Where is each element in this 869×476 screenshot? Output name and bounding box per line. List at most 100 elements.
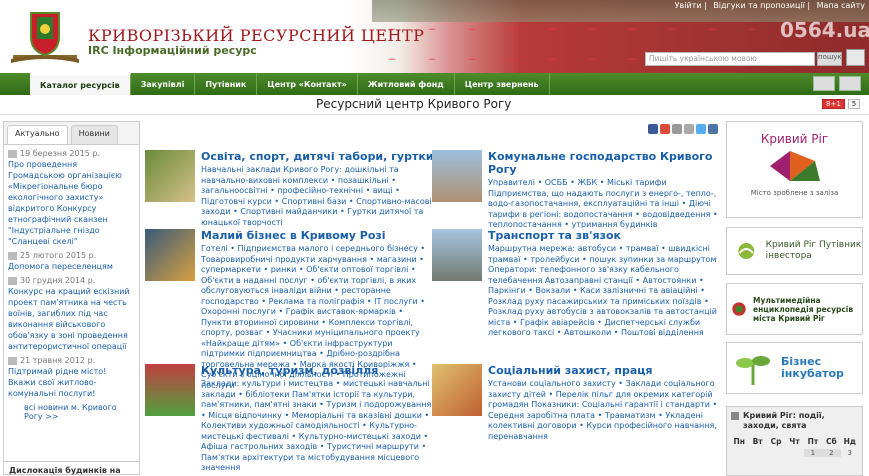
tab-housing[interactable]: Житловий фонд <box>358 73 455 95</box>
tab-news[interactable]: Новини <box>70 125 118 144</box>
grid-view-icon[interactable] <box>813 76 835 91</box>
encyclopedia-banner[interactable]: Мультимедійна енциклопедія ресурсів міст… <box>726 283 863 335</box>
news-date: 21 травня 2012 р. <box>8 356 135 365</box>
category-transport: Транспорт та зв'язок Маршрутна мережа: а… <box>432 229 722 359</box>
twitter-icon[interactable] <box>696 124 706 134</box>
tab-actual[interactable]: Актуально <box>7 125 68 144</box>
weekday: Нд <box>843 437 856 446</box>
google-plus-icon[interactable] <box>660 124 670 134</box>
calendar-day[interactable]: 3 <box>841 449 859 457</box>
catalog: Освіта, спорт, дитячі табори, гуртки Нав… <box>145 121 718 475</box>
utilities-image[interactable] <box>432 150 482 202</box>
education-image[interactable] <box>145 150 195 202</box>
page-title: Ресурсний центр Кривого Рогу <box>316 97 512 111</box>
category-title[interactable]: Транспорт та зв'язок <box>488 229 722 242</box>
divider <box>0 114 869 115</box>
city-logo-icon <box>769 151 820 181</box>
tab-appeals[interactable]: Центр звернень <box>455 73 550 95</box>
category-education: Освіта, спорт, дитячі табори, гуртки Нав… <box>145 150 435 230</box>
category-title[interactable]: Комунальне господарство Кривого Рогу <box>488 150 722 176</box>
tab-guide[interactable]: Путівник <box>195 73 258 95</box>
category-links[interactable]: Управителі • ОСББ • ЖБК • Міські тарифи … <box>488 178 722 231</box>
category-title[interactable]: Освіта, спорт, дитячі табори, гуртки <box>201 150 435 163</box>
view-toggle <box>813 76 861 91</box>
weekday: Ср <box>770 437 782 446</box>
list-view-icon[interactable] <box>839 76 861 91</box>
gplus-button[interactable]: 8+1 <box>822 99 845 109</box>
weekday: Пн <box>733 437 745 446</box>
vk-icon[interactable] <box>708 124 718 134</box>
business-incubator-label: Бізнес інкубатор <box>781 355 844 380</box>
list-item: 30 грудня 2014 р. Конкурс на кращий ескі… <box>8 276 135 352</box>
news-link[interactable]: Допомога переселенцям <box>8 261 135 272</box>
map-icon[interactable] <box>846 49 865 66</box>
calendar-day <box>730 449 748 457</box>
category-culture: Культура, туризм, дозвілля Заклади: куль… <box>145 364 435 474</box>
weekday: Сб <box>825 437 837 446</box>
watermark: 0564.ua <box>780 18 869 42</box>
news-date: 30 грудня 2014 р. <box>8 276 135 285</box>
tab-contact-center[interactable]: Центр «Контакт» <box>257 73 358 95</box>
news-date: 25 лютого 2015 р. <box>8 251 135 260</box>
transport-image[interactable] <box>432 229 482 281</box>
feedback-link[interactable]: Відгуки та пропозиції <box>713 1 805 10</box>
login-link[interactable]: Увійти <box>675 1 702 10</box>
kryvyi-rih-banner[interactable]: Кривий Ріг Місто зроблене з заліза <box>726 121 863 218</box>
category-social: Соціальний захист, праця Установи соціал… <box>432 364 722 474</box>
category-links[interactable]: Заклади: культури і мистецтва • мистецьк… <box>201 379 435 474</box>
calendar-weekdays: Пн Вт Ср Чт Пт Сб Нд <box>727 431 862 446</box>
investor-guide-banner[interactable]: Кривий Ріг Путівник інвестора <box>726 227 863 275</box>
site-title[interactable]: КРИВОРІЗЬКИЙ РЕСУРСНИЙ ЦЕНТР <box>88 26 424 45</box>
encyclopedia-icon <box>732 302 746 316</box>
news-link[interactable]: Конкурс на кращий ескізний проект пам'ят… <box>8 286 135 352</box>
top-links: Увійти | Відгуки та пропозиції | Мапа са… <box>674 1 865 10</box>
social-image[interactable] <box>432 364 482 416</box>
calendar-day <box>785 449 803 457</box>
business-image[interactable] <box>145 229 195 281</box>
calendar-day[interactable]: 2 <box>822 449 841 457</box>
plant-icon <box>736 356 770 385</box>
list-item: 19 березня 2015 р. Про проведення Громад… <box>8 149 135 247</box>
investor-guide-label: Кривий Ріг Путівник інвестора <box>765 240 862 261</box>
calendar-title[interactable]: Кривий Ріг: події, заходи, свята <box>727 407 862 431</box>
category-title[interactable]: Малий бізнес в Кривому Розі <box>201 229 435 242</box>
banner-title: Кривий Ріг <box>760 132 829 146</box>
events-calendar: Кривий Ріг: події, заходи, свята Пн Вт С… <box>726 406 863 476</box>
search-button[interactable]: пошук <box>817 52 842 66</box>
tab-procurement[interactable]: Закупівлі <box>131 73 196 95</box>
gplus-widget: 8+1 5 <box>822 99 861 109</box>
news-tabs: Актуально Новини <box>4 122 139 145</box>
odnoklassniki-icon[interactable] <box>672 124 682 134</box>
sitemap-link[interactable]: Мапа сайту <box>817 1 865 10</box>
weekday: Чт <box>789 437 800 446</box>
banner-slogan: Місто зроблене з заліза <box>750 189 839 197</box>
category-links[interactable]: Навчальні заклади Кривого Рогу: дошкільн… <box>201 165 435 228</box>
weekday: Пт <box>807 437 819 446</box>
news-panel: Актуально Новини 19 березня 2015 р. Про … <box>3 121 140 475</box>
buildings-section-title[interactable]: Дислокація будинків на <box>3 461 140 475</box>
header: КРИВОРІЗЬКИЙ РЕСУРСНИЙ ЦЕНТР IRC Інформа… <box>0 0 869 73</box>
city-coat-of-arms-icon[interactable] <box>5 9 85 67</box>
calendar-day <box>748 449 766 457</box>
list-item: 21 травня 2012 р. Підтримай рідне місто!… <box>8 356 135 399</box>
tab-catalog[interactable]: Каталог ресурсів <box>30 73 131 95</box>
calendar-dates: 1 2 3 <box>727 446 862 457</box>
calendar-day[interactable]: 1 <box>803 449 823 457</box>
all-news-link[interactable]: всі новини м. Кривого Рогу >> <box>8 403 135 421</box>
category-utilities: Комунальне господарство Кривого Рогу Упр… <box>432 150 722 230</box>
category-links[interactable]: Маршрутна мережа: автобуси • трамваї • ш… <box>488 244 722 339</box>
facebook-icon[interactable] <box>648 124 658 134</box>
culture-image[interactable] <box>145 364 195 416</box>
mail-icon[interactable] <box>684 124 694 134</box>
search-input[interactable]: Пишіть українською мовою <box>645 52 815 66</box>
business-incubator-banner[interactable]: Бізнес інкубатор <box>726 342 863 394</box>
news-date: 19 березня 2015 р. <box>8 149 135 158</box>
investor-guide-icon <box>738 243 755 259</box>
category-title[interactable]: Соціальний захист, праця <box>488 364 722 377</box>
category-title[interactable]: Культура, туризм, дозвілля <box>201 364 435 377</box>
right-sidebar: Кривий Ріг Місто зроблене з заліза Криви… <box>726 121 863 476</box>
news-link[interactable]: Про проведення Громадською організацією … <box>8 159 135 247</box>
category-links[interactable]: Установи соціального захисту • Заклади с… <box>488 379 722 442</box>
news-link[interactable]: Підтримай рідне місто! Вкажи свої житлов… <box>8 366 135 399</box>
gplus-count: 5 <box>847 99 861 109</box>
